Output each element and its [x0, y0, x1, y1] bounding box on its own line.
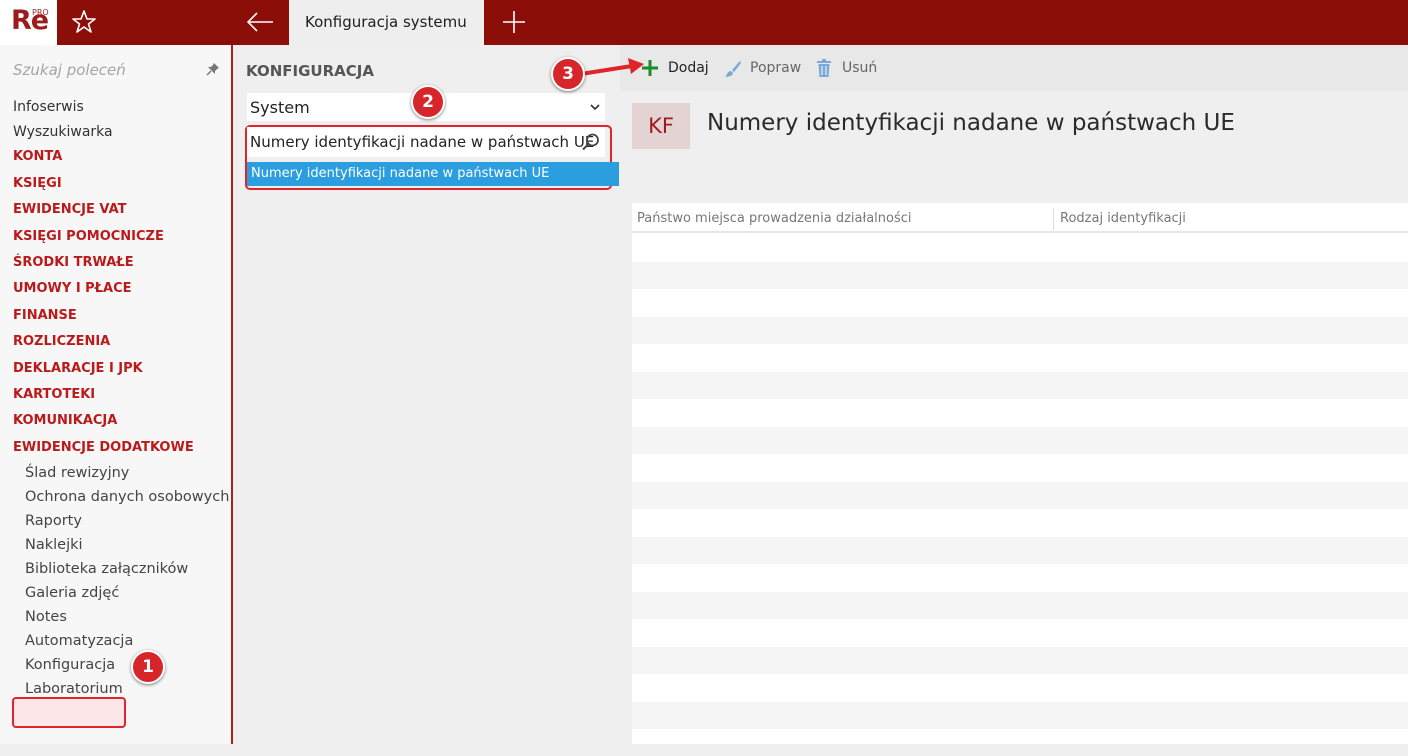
- table-row[interactable]: [632, 426, 1408, 454]
- category-select-value: System: [250, 98, 310, 117]
- sidebar-item-środki-trwałe[interactable]: ŚRODKI TRWAŁE: [13, 255, 134, 270]
- sidebar: Szukaj poleceń Infoserwis Wyszukiwarka KON…: [0, 45, 233, 744]
- sidebar-item-deklaracje-i-jpk[interactable]: DEKLARACJE I JPK: [13, 361, 143, 376]
- sidebar-item-kartoteki[interactable]: KARTOTEKI: [13, 387, 95, 402]
- delete-button-label: Usuń: [842, 60, 878, 76]
- table-row[interactable]: [632, 701, 1408, 729]
- edit-button[interactable]: Popraw: [722, 59, 802, 79]
- chevron-down-icon: [590, 104, 600, 111]
- table-row[interactable]: [632, 481, 1408, 509]
- edit-button-label: Popraw: [750, 60, 802, 76]
- sidebar-item-biblioteka-załączników[interactable]: Biblioteka załączników: [25, 561, 188, 577]
- table-row[interactable]: [632, 234, 1408, 261]
- column-header-country[interactable]: Państwo miejsca prowadzenia działalności: [637, 211, 912, 226]
- sidebar-item-księgi[interactable]: KSIĘGI: [13, 176, 62, 191]
- table-row[interactable]: [632, 591, 1408, 619]
- top-bar: Re PRO Konfiguracja systemu: [0, 0, 1408, 45]
- annotation-badge-3: 3: [551, 57, 585, 91]
- add-button-label: Dodaj: [668, 60, 709, 76]
- config-panel-title: KONFIGURACJA: [246, 62, 374, 80]
- add-button[interactable]: Dodaj: [640, 59, 710, 79]
- table-row[interactable]: [632, 619, 1408, 646]
- konfiguracja-highlight: [12, 697, 126, 728]
- config-search-value: Numery identyfikacji nadane w państwach …: [250, 133, 595, 151]
- sidebar-item-finanse[interactable]: FINANSE: [13, 308, 77, 323]
- sidebar-item-ślad-rewizyjny[interactable]: Ślad rewizyjny: [25, 465, 129, 481]
- sidebar-item-notes[interactable]: Notes: [25, 609, 67, 625]
- logo-pro-text: PRO: [32, 8, 49, 17]
- annotation-badge-2: 2: [411, 85, 445, 119]
- favorite-star-icon[interactable]: [71, 9, 97, 35]
- column-header-id-type[interactable]: Rodzaj identyfikacji: [1060, 211, 1186, 226]
- table-row[interactable]: [632, 261, 1408, 289]
- tab-label: Konfiguracja systemu: [305, 13, 467, 31]
- sidebar-item-automatyzacja[interactable]: Automatyzacja: [25, 633, 133, 649]
- sidebar-item-księgi-pomocnicze[interactable]: KSIĘGI POMOCNICZE: [13, 229, 164, 244]
- table-row[interactable]: [632, 729, 1408, 756]
- data-grid: Państwo miejsca prowadzenia działalności…: [632, 203, 1408, 744]
- annotation-badge-1: 1: [131, 650, 165, 684]
- sidebar-item-wyszukiwarka[interactable]: Wyszukiwarka: [13, 124, 113, 140]
- sidebar-item-ochrona-danych-osobowych[interactable]: Ochrona danych osobowych: [25, 489, 229, 505]
- sidebar-item-laboratorium[interactable]: Laboratorium: [25, 681, 123, 697]
- sidebar-item-rozliczenia[interactable]: ROZLICZENIA: [13, 334, 110, 349]
- table-row[interactable]: [632, 674, 1408, 701]
- main-content: Dodaj Popraw Usuń KF Numery identyfikacj…: [620, 45, 1408, 744]
- page-title: Numery identyfikacji nadane w państwach …: [707, 110, 1235, 136]
- tab-konfiguracja-systemu[interactable]: Konfiguracja systemu: [289, 0, 484, 45]
- sidebar-item-infoserwis[interactable]: Infoserwis: [13, 99, 84, 115]
- module-tile: KF: [632, 103, 690, 149]
- search-icon[interactable]: [581, 132, 601, 152]
- command-search-input[interactable]: Szukaj poleceń: [13, 61, 126, 79]
- back-arrow-icon[interactable]: [245, 9, 275, 35]
- sidebar-item-umowy-i-płace[interactable]: UMOWY I PŁACE: [13, 281, 132, 296]
- sidebar-item-ewidencje-vat[interactable]: EWIDENCJE VAT: [13, 202, 127, 217]
- search-result-label: Numery identyfikacji nadane w państwach …: [251, 166, 550, 181]
- table-row[interactable]: [632, 371, 1408, 399]
- brush-icon: [725, 61, 741, 77]
- trash-icon: [817, 59, 831, 77]
- new-tab-plus-icon[interactable]: [501, 9, 527, 35]
- toolbar: Dodaj Popraw Usuń: [620, 45, 1408, 91]
- sidebar-item-galeria-zdjęć[interactable]: Galeria zdjęć: [25, 585, 119, 601]
- sidebar-item-raporty[interactable]: Raporty: [25, 513, 82, 529]
- table-row[interactable]: [632, 564, 1408, 591]
- app-logo[interactable]: Re PRO: [0, 0, 57, 45]
- pin-icon[interactable]: [206, 62, 220, 76]
- sidebar-item-konta[interactable]: KONTA: [13, 149, 62, 164]
- search-result-item[interactable]: Numery identyfikacji nadane w państwach …: [247, 162, 619, 186]
- config-panel: KONFIGURACJA System Numery identyfikacji…: [235, 45, 620, 744]
- sidebar-item-ewidencje-dodatkowe[interactable]: EWIDENCJE DODATKOWE: [13, 440, 194, 455]
- column-separator[interactable]: [1053, 208, 1054, 230]
- delete-button[interactable]: Usuń: [814, 59, 884, 79]
- config-search-input[interactable]: Numery identyfikacji nadane w państwach …: [247, 127, 605, 157]
- table-row[interactable]: [632, 399, 1408, 426]
- sidebar-item-naklejki[interactable]: Naklejki: [25, 537, 83, 553]
- table-row[interactable]: [632, 536, 1408, 564]
- sidebar-item-konfiguracja[interactable]: Konfiguracja: [25, 657, 115, 673]
- table-row[interactable]: [632, 289, 1408, 316]
- sidebar-item-komunikacja[interactable]: KOMUNIKACJA: [13, 413, 117, 428]
- table-row[interactable]: [632, 509, 1408, 536]
- table-row[interactable]: [632, 344, 1408, 371]
- table-row[interactable]: [632, 454, 1408, 481]
- table-row[interactable]: [632, 316, 1408, 344]
- table-row[interactable]: [632, 646, 1408, 674]
- grid-header: Państwo miejsca prowadzenia działalności…: [632, 203, 1408, 233]
